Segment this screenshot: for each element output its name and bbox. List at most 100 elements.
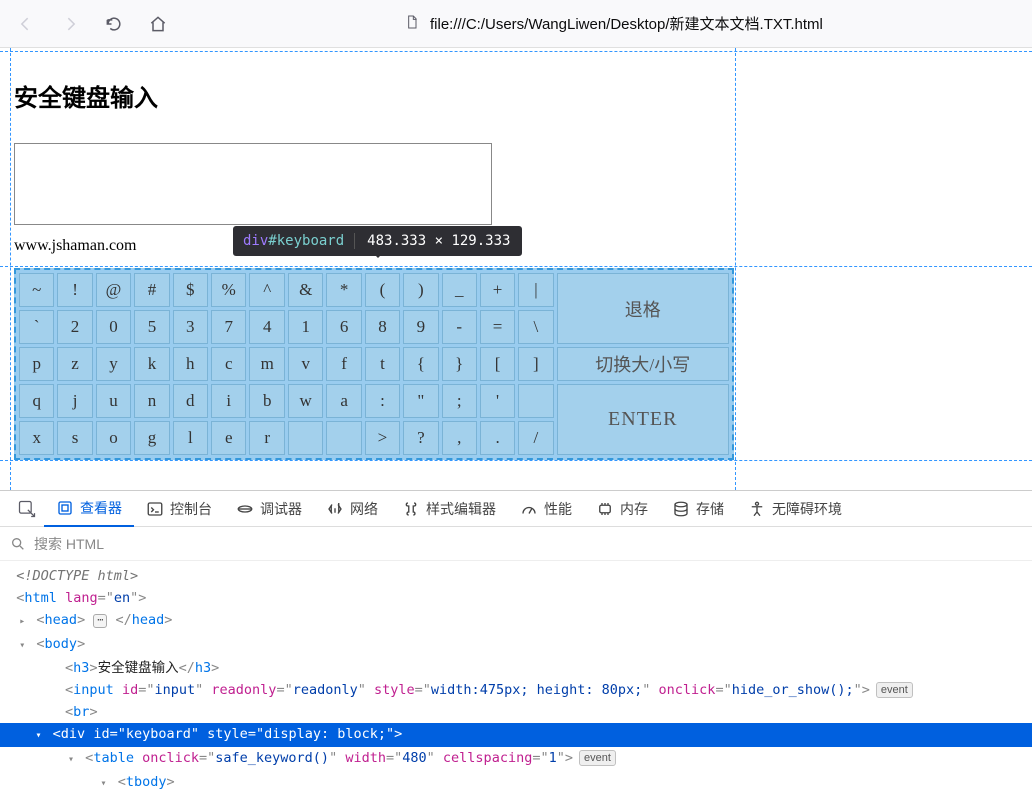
key[interactable]: 2 [57, 310, 92, 344]
key[interactable]: o [96, 421, 132, 455]
key[interactable]: s [57, 421, 92, 455]
url-bar[interactable]: file:///C:/Users/WangLiwen/Desktop/新建文本文… [404, 13, 1024, 34]
key[interactable]: ' [480, 384, 515, 418]
key[interactable]: 3 [173, 310, 208, 344]
tab-memory[interactable]: 内存 [584, 491, 660, 527]
key[interactable]: { [403, 347, 438, 381]
key[interactable]: r [249, 421, 284, 455]
dom-tree-line[interactable]: ▾ <div id="keyboard" style="display: blo… [0, 723, 1032, 747]
nav-forward-button[interactable] [52, 6, 88, 42]
element-picker-button[interactable] [10, 499, 44, 519]
dom-tree-line[interactable]: ▾ <table onclick="safe_keyword()" width=… [0, 747, 1032, 771]
key-case-toggle[interactable]: 切换大/小写 [557, 347, 729, 381]
dom-tree-line[interactable]: <h3>安全键盘输入</h3> [0, 657, 1032, 679]
key[interactable]: > [365, 421, 400, 455]
key[interactable]: _ [442, 273, 477, 307]
nav-reload-button[interactable] [96, 6, 132, 42]
key[interactable]: : [365, 384, 400, 418]
key[interactable]: 8 [365, 310, 400, 344]
dom-tree[interactable]: <!DOCTYPE html> <html lang="en"> ▸ <head… [0, 561, 1032, 810]
key[interactable] [326, 421, 361, 455]
key-enter[interactable]: ENTER [557, 384, 729, 455]
key[interactable]: q [19, 384, 54, 418]
key[interactable]: 7 [211, 310, 247, 344]
key[interactable]: . [480, 421, 515, 455]
key[interactable]: 5 [134, 310, 169, 344]
key[interactable]: , [442, 421, 477, 455]
dom-tree-line[interactable]: <!DOCTYPE html> [0, 565, 1032, 587]
dom-tree-line[interactable]: <html lang="en"> [0, 587, 1032, 609]
key[interactable]: @ [96, 273, 132, 307]
key[interactable]: m [249, 347, 284, 381]
key[interactable]: b [249, 384, 284, 418]
key[interactable]: z [57, 347, 92, 381]
tab-debugger[interactable]: 调试器 [224, 491, 314, 527]
key[interactable]: x [19, 421, 54, 455]
key[interactable]: / [518, 421, 553, 455]
key[interactable]: w [288, 384, 323, 418]
dom-tree-line[interactable]: <input id="input" readonly="readonly" st… [0, 679, 1032, 701]
devtools-search[interactable]: 搜索 HTML [0, 527, 1032, 561]
key[interactable]: * [326, 273, 361, 307]
tab-style[interactable]: 样式编辑器 [390, 491, 508, 527]
key[interactable]: n [134, 384, 169, 418]
key[interactable]: t [365, 347, 400, 381]
key[interactable]: - [442, 310, 477, 344]
key[interactable]: ~ [19, 273, 54, 307]
tab-storage[interactable]: 存储 [660, 491, 736, 527]
key[interactable]: g [134, 421, 169, 455]
key[interactable]: ! [57, 273, 92, 307]
key[interactable]: u [96, 384, 132, 418]
key[interactable]: ) [403, 273, 438, 307]
key[interactable]: ] [518, 347, 553, 381]
key[interactable]: 4 [249, 310, 284, 344]
key[interactable]: 6 [326, 310, 361, 344]
key[interactable]: ? [403, 421, 438, 455]
dom-tree-line[interactable]: ▾ <tbody> [0, 771, 1032, 795]
key[interactable]: p [19, 347, 54, 381]
dom-tree-line[interactable]: <br> [0, 701, 1032, 723]
key[interactable]: k [134, 347, 169, 381]
key[interactable]: l [173, 421, 208, 455]
tab-inspector[interactable]: 查看器 [44, 491, 134, 527]
key[interactable]: + [480, 273, 515, 307]
dom-tree-line[interactable]: ▾ <body> [0, 633, 1032, 657]
key[interactable] [288, 421, 323, 455]
tab-console[interactable]: 控制台 [134, 491, 224, 527]
key[interactable]: f [326, 347, 361, 381]
key[interactable]: 1 [288, 310, 323, 344]
key[interactable]: # [134, 273, 169, 307]
key[interactable]: j [57, 384, 92, 418]
tab-performance[interactable]: 性能 [508, 491, 584, 527]
key[interactable]: [ [480, 347, 515, 381]
secure-input[interactable] [14, 143, 492, 225]
key-backspace[interactable]: 退格 [557, 273, 729, 344]
key[interactable]: = [480, 310, 515, 344]
tab-network[interactable]: 网络 [314, 491, 390, 527]
key[interactable]: h [173, 347, 208, 381]
key[interactable]: $ [173, 273, 208, 307]
key[interactable]: ` [19, 310, 54, 344]
key[interactable]: } [442, 347, 477, 381]
key[interactable]: v [288, 347, 323, 381]
key[interactable]: & [288, 273, 323, 307]
key[interactable]: ; [442, 384, 477, 418]
key[interactable]: e [211, 421, 247, 455]
key[interactable]: \ [518, 310, 553, 344]
key[interactable]: i [211, 384, 247, 418]
key[interactable]: % [211, 273, 247, 307]
key[interactable]: ( [365, 273, 400, 307]
key[interactable]: a [326, 384, 361, 418]
nav-home-button[interactable] [140, 6, 176, 42]
key[interactable]: 0 [96, 310, 132, 344]
key[interactable]: y [96, 347, 132, 381]
key[interactable]: c [211, 347, 247, 381]
dom-tree-line[interactable]: ▸ <head> ⋯ </head> [0, 609, 1032, 633]
key[interactable]: " [403, 384, 438, 418]
key[interactable]: d [173, 384, 208, 418]
key[interactable]: | [518, 273, 553, 307]
key[interactable]: 9 [403, 310, 438, 344]
key[interactable]: ^ [249, 273, 284, 307]
nav-back-button[interactable] [8, 6, 44, 42]
tab-accessibility[interactable]: 无障碍环境 [736, 491, 854, 527]
